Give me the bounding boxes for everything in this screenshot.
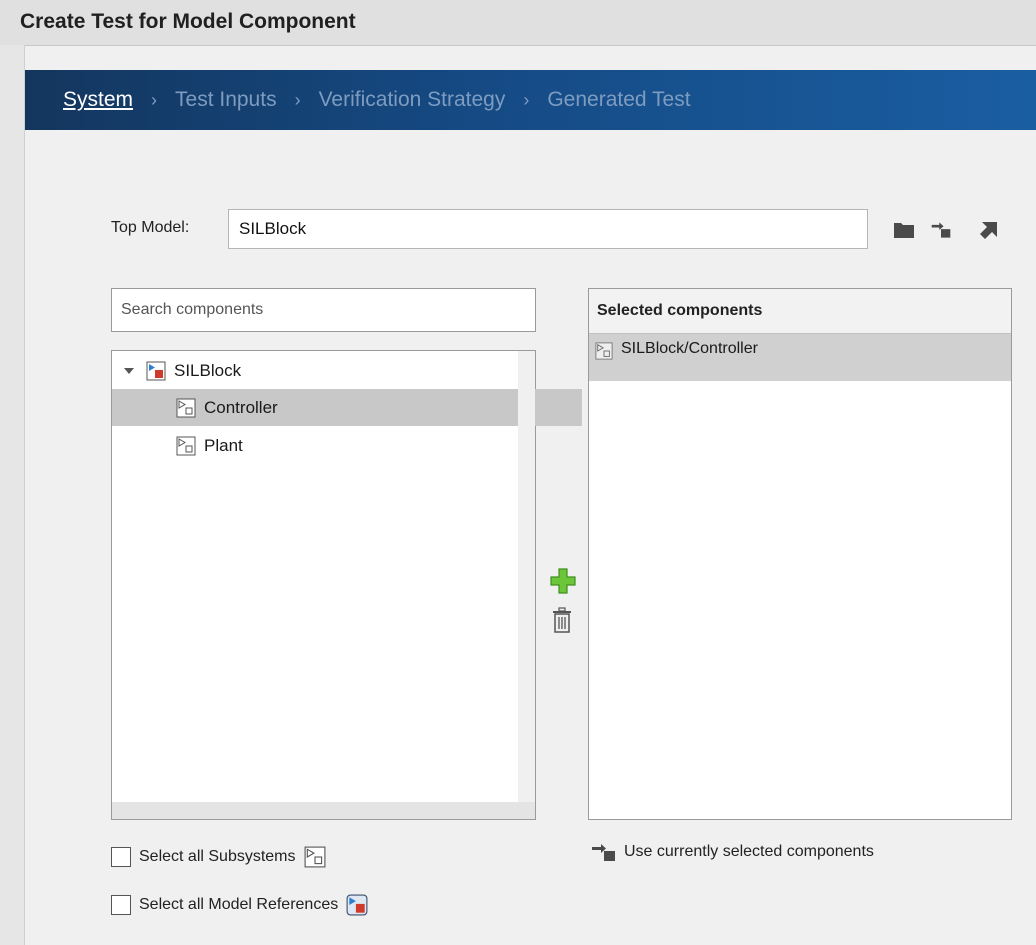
select-all-model-references-option[interactable]: Select all Model References — [111, 892, 368, 918]
subsystem-icon — [176, 436, 196, 455]
select-all-subsystems-checkbox[interactable] — [111, 847, 131, 867]
select-all-model-references-label: Select all Model References — [139, 896, 339, 913]
window-title: Create Test for Model Component — [20, 10, 356, 33]
search-components-input[interactable] — [111, 288, 536, 332]
step-verification-strategy[interactable]: Verification Strategy — [319, 88, 506, 112]
title-bar: Create Test for Model Component — [0, 0, 1036, 46]
left-gutter — [0, 45, 25, 945]
step-separator: › — [523, 89, 530, 110]
remove-component-button[interactable] — [552, 607, 572, 633]
step-test-inputs[interactable]: Test Inputs — [175, 88, 277, 112]
use-current-selection-link[interactable]: Use currently selected components — [590, 841, 874, 863]
selected-components-header: Selected components — [589, 289, 1011, 334]
use-current-model-icon[interactable] — [930, 219, 952, 241]
tree-item-label: Plant — [204, 435, 243, 455]
chevron-down-icon[interactable] — [122, 364, 136, 378]
subsystem-icon — [304, 846, 325, 868]
wizard-steps: System › Test Inputs › Verification Stra… — [63, 87, 691, 113]
step-generated-test[interactable]: Generated Test — [547, 88, 690, 112]
tree-vertical-scrollbar[interactable] — [518, 351, 535, 802]
tree-item-label: Controller — [204, 397, 278, 417]
tree-horizontal-scrollbar[interactable] — [112, 802, 535, 819]
selected-component-label: SILBlock/Controller — [621, 340, 758, 357]
select-all-subsystems-label: Select all Subsystems — [139, 848, 296, 865]
tree-item-silblock[interactable]: SILBlock — [112, 352, 528, 389]
use-current-icon — [592, 844, 615, 861]
add-component-button[interactable] — [549, 567, 577, 595]
selected-components-panel[interactable]: Selected components SILBlock/Controller — [588, 288, 1012, 820]
open-model-icon[interactable] — [978, 219, 1000, 241]
step-separator: › — [294, 89, 301, 110]
tree-item-plant[interactable]: Plant — [112, 427, 582, 464]
selected-component-item[interactable]: SILBlock/Controller — [589, 334, 1011, 381]
select-all-subsystems-option[interactable]: Select all Subsystems — [111, 844, 326, 870]
subsystem-icon — [595, 342, 613, 360]
use-current-label: Use currently selected components — [624, 843, 874, 860]
subsystem-icon — [176, 398, 196, 417]
tree-item-label: SILBlock — [174, 360, 242, 380]
step-separator: › — [151, 89, 158, 110]
model-reference-icon — [346, 894, 368, 916]
model-block-icon — [146, 361, 166, 380]
select-all-model-references-checkbox[interactable] — [111, 895, 131, 915]
top-model-label: Top Model: — [111, 219, 190, 236]
tree-item-controller[interactable]: Controller — [112, 389, 582, 426]
component-tree[interactable]: SILBlock Controller Plant — [111, 350, 582, 820]
wizard-steps-bar: System › Test Inputs › Verification Stra… — [25, 70, 1036, 130]
top-model-input[interactable] — [228, 209, 868, 249]
step-system[interactable]: System — [63, 88, 133, 112]
folder-icon[interactable] — [893, 219, 915, 241]
